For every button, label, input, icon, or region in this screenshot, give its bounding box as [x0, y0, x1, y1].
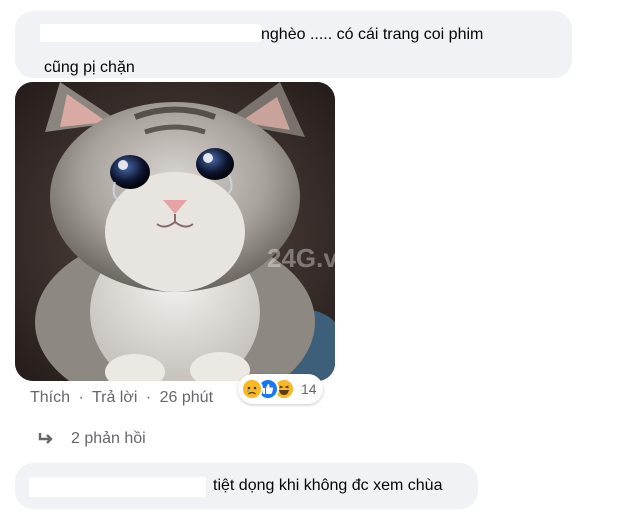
timestamp-link[interactable]: 26 phút — [160, 389, 213, 406]
watermark-text: 24G.vn — [267, 243, 335, 273]
reply-button[interactable]: Trả lời — [92, 389, 137, 406]
comment-photo[interactable]: 24G.vn — [15, 82, 335, 381]
comment-line-1: nghèo ..... có cái trang coi phim — [40, 23, 483, 47]
reaction-count: 14 — [301, 381, 317, 397]
comment-bubble: nghèo ..... có cái trang coi phim cũng p… — [15, 11, 572, 78]
redacted-author-name — [29, 477, 206, 497]
view-replies-link[interactable]: 2 phản hồi — [37, 430, 146, 448]
redacted-author-name — [40, 24, 261, 42]
separator-dot: · — [145, 389, 152, 406]
sad-icon — [241, 378, 263, 400]
comment-thread: nghèo ..... có cái trang coi phim cũng p… — [0, 0, 620, 520]
comment-bubble-2: tiệt dọng khi không đc xem chùa — [15, 463, 478, 509]
crying-kitten-image: 24G.vn — [15, 82, 335, 381]
comment-actions: Thích · Trả lời · 26 phút — [30, 389, 213, 407]
reactions-summary[interactable]: 14 — [238, 374, 323, 404]
comment-text-line-2: cũng pị chặn — [44, 59, 135, 76]
comment-text-line-1: nghèo ..... có cái trang coi phim — [261, 26, 484, 43]
comment-text: tiệt dọng khi không đc xem chùa — [213, 477, 443, 494]
separator-dot: · — [78, 389, 84, 406]
reply-arrow-icon — [38, 433, 53, 444]
replies-count-label: 2 phản hồi — [71, 430, 146, 447]
like-button[interactable]: Thích — [30, 389, 70, 406]
